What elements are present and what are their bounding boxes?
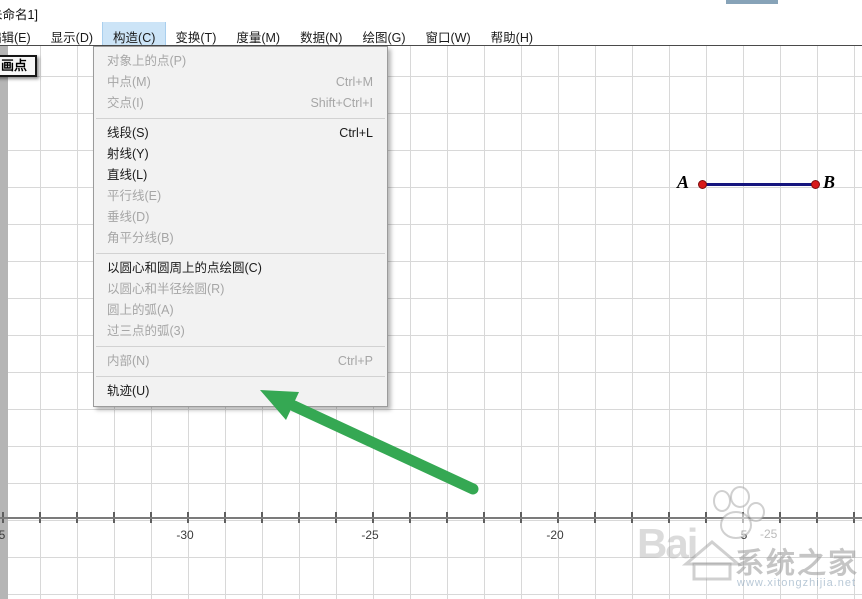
point-b-label: B: [823, 172, 835, 193]
menu-item-label: 线段(S): [107, 123, 149, 144]
menu-item-label: 对象上的点(P): [107, 51, 186, 72]
menu-item-8[interactable]: 帮助(H): [481, 22, 543, 45]
menu-item-3[interactable]: 变换(T): [165, 22, 226, 45]
menu-item-label: 以圆心和半径绘圆(R): [107, 279, 224, 300]
menu-item-label: 内部(N): [107, 351, 149, 372]
menu-item-6[interactable]: 绘图(G): [352, 22, 415, 45]
x-axis-tick-label: 5: [0, 528, 5, 542]
menu-item-4[interactable]: 度量(M): [226, 22, 290, 45]
x-axis-tick-label: -30: [176, 528, 193, 542]
construct-menu-dropdown: 对象上的点(P)中点(M) Ctrl+M 交点(I) Shift+Ctrl+I 线段(S…: [93, 46, 388, 407]
point-a[interactable]: [698, 180, 707, 189]
segment-ab[interactable]: [703, 183, 816, 186]
construct-menu-item-8: 垂线(D): [94, 207, 387, 228]
menu-item-label: 射线(Y): [107, 144, 149, 165]
menu-separator: [96, 346, 385, 347]
menu-item-label: 圆上的弧(A): [107, 300, 174, 321]
menu-item-label: 直线(L): [107, 165, 147, 186]
construct-menu-item-14: 过三点的弧(3): [94, 321, 387, 342]
menu-item-shortcut: Ctrl+L: [339, 123, 373, 144]
menu-item-shortcut: Ctrl+P: [338, 351, 373, 372]
x-axis-tick-label: -25: [361, 528, 378, 542]
construct-menu-item-12: 以圆心和半径绘圆(R): [94, 279, 387, 300]
x-axis-tick-label: 5: [741, 528, 748, 542]
menu-item-label: 中点(M): [107, 72, 151, 93]
construct-menu-item-2: 交点(I) Shift+Ctrl+I: [94, 93, 387, 114]
construct-menu-item-0: 对象上的点(P): [94, 51, 387, 72]
menu-item-label: 以圆心和圆周上的点绘圆(C): [107, 258, 262, 279]
menu-item-label: 垂线(D): [107, 207, 149, 228]
menu-item-shortcut: Ctrl+M: [336, 72, 373, 93]
construct-menu-item-9: 角平分线(B): [94, 228, 387, 249]
menu-item-7[interactable]: 窗口(W): [416, 22, 481, 45]
x-axis-line: [0, 517, 862, 519]
construct-menu-item-6[interactable]: 直线(L): [94, 165, 387, 186]
menu-separator: [96, 253, 385, 254]
construct-menu-item-5[interactable]: 射线(Y): [94, 144, 387, 165]
construct-menu-item-13: 圆上的弧(A): [94, 300, 387, 321]
point-a-label: A: [677, 172, 689, 193]
menu-item-label: 交点(I): [107, 93, 144, 114]
construct-menu-item-11[interactable]: 以圆心和圆周上的点绘圆(C): [94, 258, 387, 279]
point-b[interactable]: [811, 180, 820, 189]
menu-item-label: 轨迹(U): [107, 381, 149, 402]
construct-menu-item-1: 中点(M) Ctrl+M: [94, 72, 387, 93]
menu-separator: [96, 376, 385, 377]
construct-menu-item-16: 内部(N) Ctrl+P: [94, 351, 387, 372]
menu-item-1[interactable]: 显示(D): [41, 22, 103, 45]
point-tool-button[interactable]: 画点: [0, 55, 37, 77]
menu-item-0[interactable]: 编辑(E): [0, 22, 41, 45]
top-accent-bar: [726, 0, 778, 4]
window-title: 未命名1]: [0, 4, 38, 22]
construct-menu-item-7: 平行线(E): [94, 186, 387, 207]
menu-item-label: 过三点的弧(3): [107, 321, 185, 342]
menu-item-label: 平行线(E): [107, 186, 161, 207]
construct-menu-item-18[interactable]: 轨迹(U): [94, 381, 387, 402]
menu-item-2[interactable]: 构造(C): [103, 22, 165, 45]
menu-item-shortcut: Shift+Ctrl+I: [310, 93, 373, 114]
menu-item-label: 角平分线(B): [107, 228, 174, 249]
construct-menu-item-4[interactable]: 线段(S) Ctrl+L: [94, 123, 387, 144]
menu-separator: [96, 118, 385, 119]
menu-item-5[interactable]: 数据(N): [290, 22, 352, 45]
x-axis-tick-label: -20: [546, 528, 563, 542]
menu-bar: 编辑(E)显示(D)构造(C)变换(T)度量(M)数据(N)绘图(G)窗口(W)…: [0, 22, 862, 46]
